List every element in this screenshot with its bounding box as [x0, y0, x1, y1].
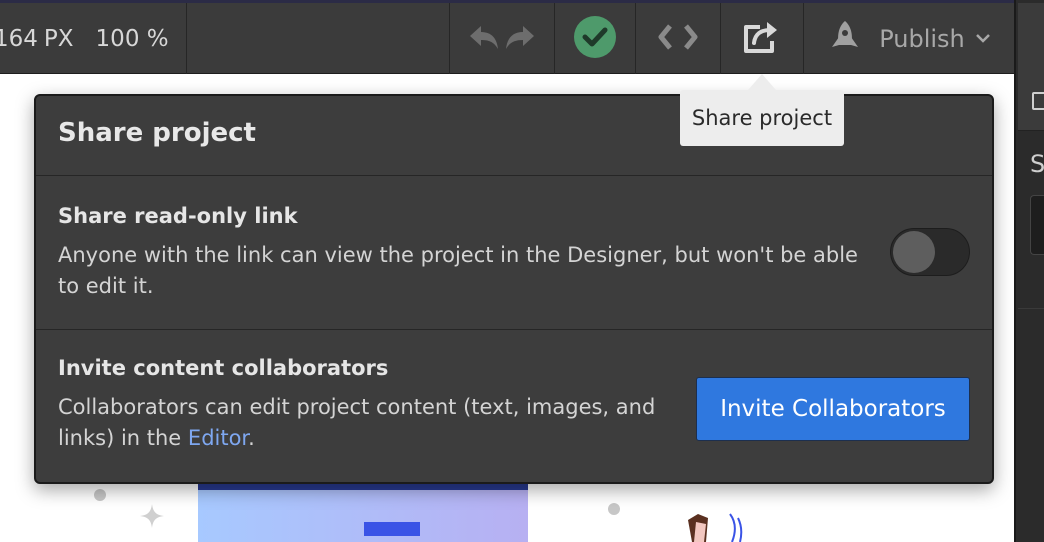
read-only-link-title: Share read-only link [58, 204, 298, 228]
invite-collaborators-button[interactable]: Invite Collaborators [696, 377, 970, 441]
rocket-icon [827, 19, 863, 59]
right-settings-panel: S [1014, 0, 1044, 542]
panel-input-field[interactable] [1030, 195, 1044, 255]
publish-label: Publish [879, 24, 965, 53]
width-unit[interactable]: PX [44, 26, 74, 52]
editor-link[interactable]: Editor [188, 426, 248, 450]
invite-collaborators-section: Invite content collaborators Collaborato… [36, 330, 992, 482]
panel-divider [1018, 308, 1044, 309]
code-brackets-icon [656, 22, 700, 56]
description-text: Collaborators can edit project content (… [58, 395, 656, 450]
toggle-knob [893, 231, 935, 273]
divider [186, 3, 187, 74]
panel-header [1018, 3, 1044, 131]
canvas-dimensions: 164 PX 100 % [0, 3, 169, 74]
undo-redo-group [450, 3, 554, 74]
chevron-down-icon [975, 29, 991, 48]
designer-toolbar: 164 PX 100 % Publish [0, 3, 1014, 74]
width-value[interactable]: 164 [0, 26, 38, 52]
tooltip-arrow [748, 74, 776, 90]
read-only-link-description: Anyone with the link can view the projec… [58, 243, 858, 298]
sparkle-icon [138, 502, 166, 530]
read-only-link-section: Share read-only link Anyone with the lin… [36, 176, 992, 330]
zoom-level[interactable]: 100 % [96, 26, 169, 52]
share-project-tooltip: Share project [680, 90, 844, 146]
invite-collaborators-description: Collaborators can edit project content (… [58, 392, 668, 454]
element-box-icon[interactable] [1032, 92, 1044, 110]
description-end: . [248, 426, 255, 450]
read-only-link-toggle[interactable] [890, 228, 970, 276]
popover-title: Share project [58, 118, 256, 148]
share-button[interactable] [721, 3, 803, 74]
redo-icon[interactable] [503, 22, 537, 56]
publish-status-button[interactable] [555, 3, 635, 74]
card-button-shape [364, 522, 420, 536]
panel-section-label: S [1030, 150, 1044, 178]
hand-illustration-icon [686, 508, 756, 542]
undo-icon[interactable] [467, 22, 501, 56]
share-icon [742, 19, 782, 59]
decor-dot [608, 503, 620, 515]
publish-button[interactable]: Publish [804, 3, 1014, 74]
checkmark-circle-icon [573, 15, 617, 63]
share-project-popover: Share project Share read-only link Anyon… [34, 94, 994, 484]
decor-dot [94, 489, 106, 501]
popover-header: Share project [36, 96, 992, 176]
canvas-hero-card[interactable] [198, 482, 528, 542]
invite-collaborators-title: Invite content collaborators [58, 356, 389, 380]
code-export-button[interactable] [636, 3, 720, 74]
